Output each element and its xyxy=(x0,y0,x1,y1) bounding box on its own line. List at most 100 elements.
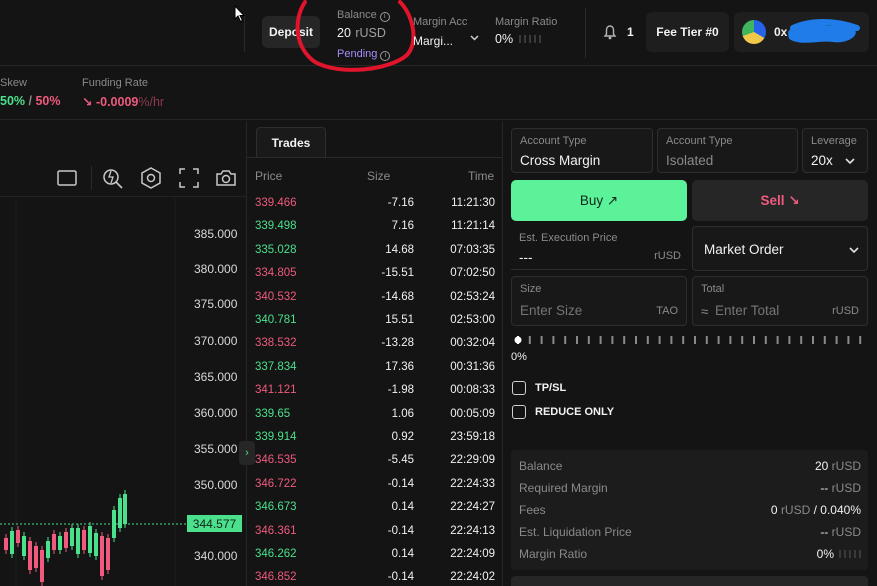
reduce-only-checkbox[interactable] xyxy=(512,405,526,419)
notifications-button[interactable]: 1 xyxy=(603,24,634,40)
candle-body xyxy=(94,533,98,556)
trade-size: 0.14 xyxy=(391,501,414,514)
req-margin-unit: rUSD xyxy=(831,481,861,495)
trade-time: 02:53:24 xyxy=(450,290,495,303)
isolated-label: Isolated xyxy=(666,153,714,168)
trade-price: 335.028 xyxy=(255,243,297,256)
tab-trades[interactable]: Trades xyxy=(256,127,326,158)
size-input[interactable] xyxy=(520,303,640,318)
trade-time: 22:29:09 xyxy=(450,454,495,467)
settings-hexagon-icon[interactable] xyxy=(139,166,163,190)
summary-margin-ratio-label: Margin Ratio xyxy=(519,547,588,561)
trade-row: 341.121 -1.98 00:08:33 xyxy=(255,384,495,407)
slider-tick xyxy=(670,336,673,344)
trade-price: 339.914 xyxy=(255,431,297,443)
y-axis-label: 340.000 xyxy=(194,549,238,563)
header-divider xyxy=(585,8,586,58)
submit-order-button[interactable] xyxy=(511,576,868,586)
skew-short: 50% xyxy=(35,94,61,108)
trade-row: 346.262 0.14 22:24:09 xyxy=(255,548,495,571)
camera-icon[interactable] xyxy=(214,166,238,190)
order-type-select[interactable]: Market Order xyxy=(692,226,868,271)
trade-price: 346.852 xyxy=(255,571,297,584)
skew-block: Skew 50% / 50% xyxy=(0,77,60,108)
cross-margin-label: Cross Margin xyxy=(520,153,601,168)
reduce-only-label: REDUCE ONLY xyxy=(535,406,615,418)
trade-time: 22:24:33 xyxy=(450,477,495,490)
approx-symbol: ≈ xyxy=(701,304,709,319)
trade-size: -1.98 xyxy=(387,384,414,397)
account-type-label: Account Type xyxy=(666,135,733,147)
candle-body xyxy=(70,528,74,546)
trade-row: 339.65 1.06 00:05:09 xyxy=(255,408,495,431)
total-input[interactable] xyxy=(715,303,820,318)
candle-body xyxy=(112,510,116,538)
trade-size: 14.68 xyxy=(385,243,414,256)
slider-tick xyxy=(741,336,744,344)
trade-price: 339.498 xyxy=(255,220,297,233)
candle-body xyxy=(4,538,8,550)
sell-button[interactable]: Sell ↘ xyxy=(692,180,868,221)
trade-time: 00:31:36 xyxy=(450,360,495,373)
total-input-group[interactable]: Total ≈ rUSD xyxy=(692,276,868,326)
trade-time: 07:02:50 xyxy=(450,267,495,280)
trade-size: 1.06 xyxy=(391,407,414,420)
summary-balance-value: 20 xyxy=(814,459,829,473)
y-axis-label: 385.000 xyxy=(194,227,238,241)
slider-value: 0% xyxy=(511,351,527,363)
est-exec-label: Est. Execution Price xyxy=(519,232,618,244)
current-price-tag: 344.577 xyxy=(187,515,242,532)
summary-row-required-margin: Required Margin -- rUSD xyxy=(519,481,861,501)
fee-tier-button[interactable]: Fee Tier #0 xyxy=(646,12,729,52)
leverage-select[interactable]: Leverage 20x xyxy=(802,128,868,173)
trade-size: 17.36 xyxy=(385,360,414,373)
slider-tick xyxy=(599,336,602,344)
liq-label: Est. Liquidation Price xyxy=(519,525,632,539)
slider-tick xyxy=(694,336,696,344)
fullscreen-icon[interactable] xyxy=(177,166,201,190)
margin-ratio-value: 0% xyxy=(495,32,514,46)
fees-value: 0 xyxy=(770,503,778,517)
summary-balance-unit: rUSD xyxy=(831,459,861,473)
slider-tick xyxy=(847,336,850,344)
trade-price: 339.65 xyxy=(255,407,291,420)
margin-ratio-label: Margin Ratio xyxy=(495,16,558,28)
trade-price: 339.466 xyxy=(255,197,297,209)
chevron-down-icon xyxy=(845,158,855,165)
candle-body xyxy=(22,536,26,556)
summary-margin-ratio-value: 0% xyxy=(816,547,834,561)
trade-row: 334.805 -15.51 07:02:50 xyxy=(255,267,495,290)
liq-value: -- xyxy=(820,525,829,539)
summary-balance-label: Balance xyxy=(519,459,563,473)
trade-size: -7.16 xyxy=(387,197,414,209)
buy-button[interactable]: Buy ↗ xyxy=(511,180,687,221)
trade-time: 22:24:02 xyxy=(450,571,495,584)
skew-separator: / xyxy=(25,94,36,108)
est-exec-value: --- xyxy=(519,250,533,265)
cross-margin-option[interactable]: Account Type Cross Margin xyxy=(511,128,653,173)
candle-body xyxy=(76,528,80,554)
est-exec-unit: rUSD xyxy=(654,250,681,262)
trade-row: 339.914 0.92 23:59:18 xyxy=(255,431,495,454)
trade-size: -0.14 xyxy=(387,477,414,490)
tpsl-checkbox[interactable] xyxy=(512,381,526,395)
margin-account-select[interactable]: Margin Acc Margi... xyxy=(413,16,483,50)
isolated-option[interactable]: Account Type Isolated xyxy=(657,128,798,173)
rectangle-tool-icon[interactable] xyxy=(56,167,78,189)
slider-tick xyxy=(729,336,732,344)
summary-row-balance: Balance 20 rUSD xyxy=(519,459,861,479)
trade-size: -13.28 xyxy=(381,337,414,350)
slider-tick xyxy=(753,336,755,344)
indicator-search-icon[interactable] xyxy=(101,166,125,190)
slider-tick xyxy=(552,336,555,344)
candle-body xyxy=(34,546,38,568)
slider-tick xyxy=(788,336,791,344)
size-slider[interactable] xyxy=(511,333,871,347)
chevron-down-icon xyxy=(470,35,479,41)
slider-tick xyxy=(540,336,543,344)
size-unit: TAO xyxy=(656,305,678,317)
slider-tick xyxy=(682,336,685,344)
candle-body xyxy=(52,534,56,550)
trade-size: 0.14 xyxy=(391,548,414,560)
size-input-group[interactable]: Size TAO xyxy=(511,276,687,326)
